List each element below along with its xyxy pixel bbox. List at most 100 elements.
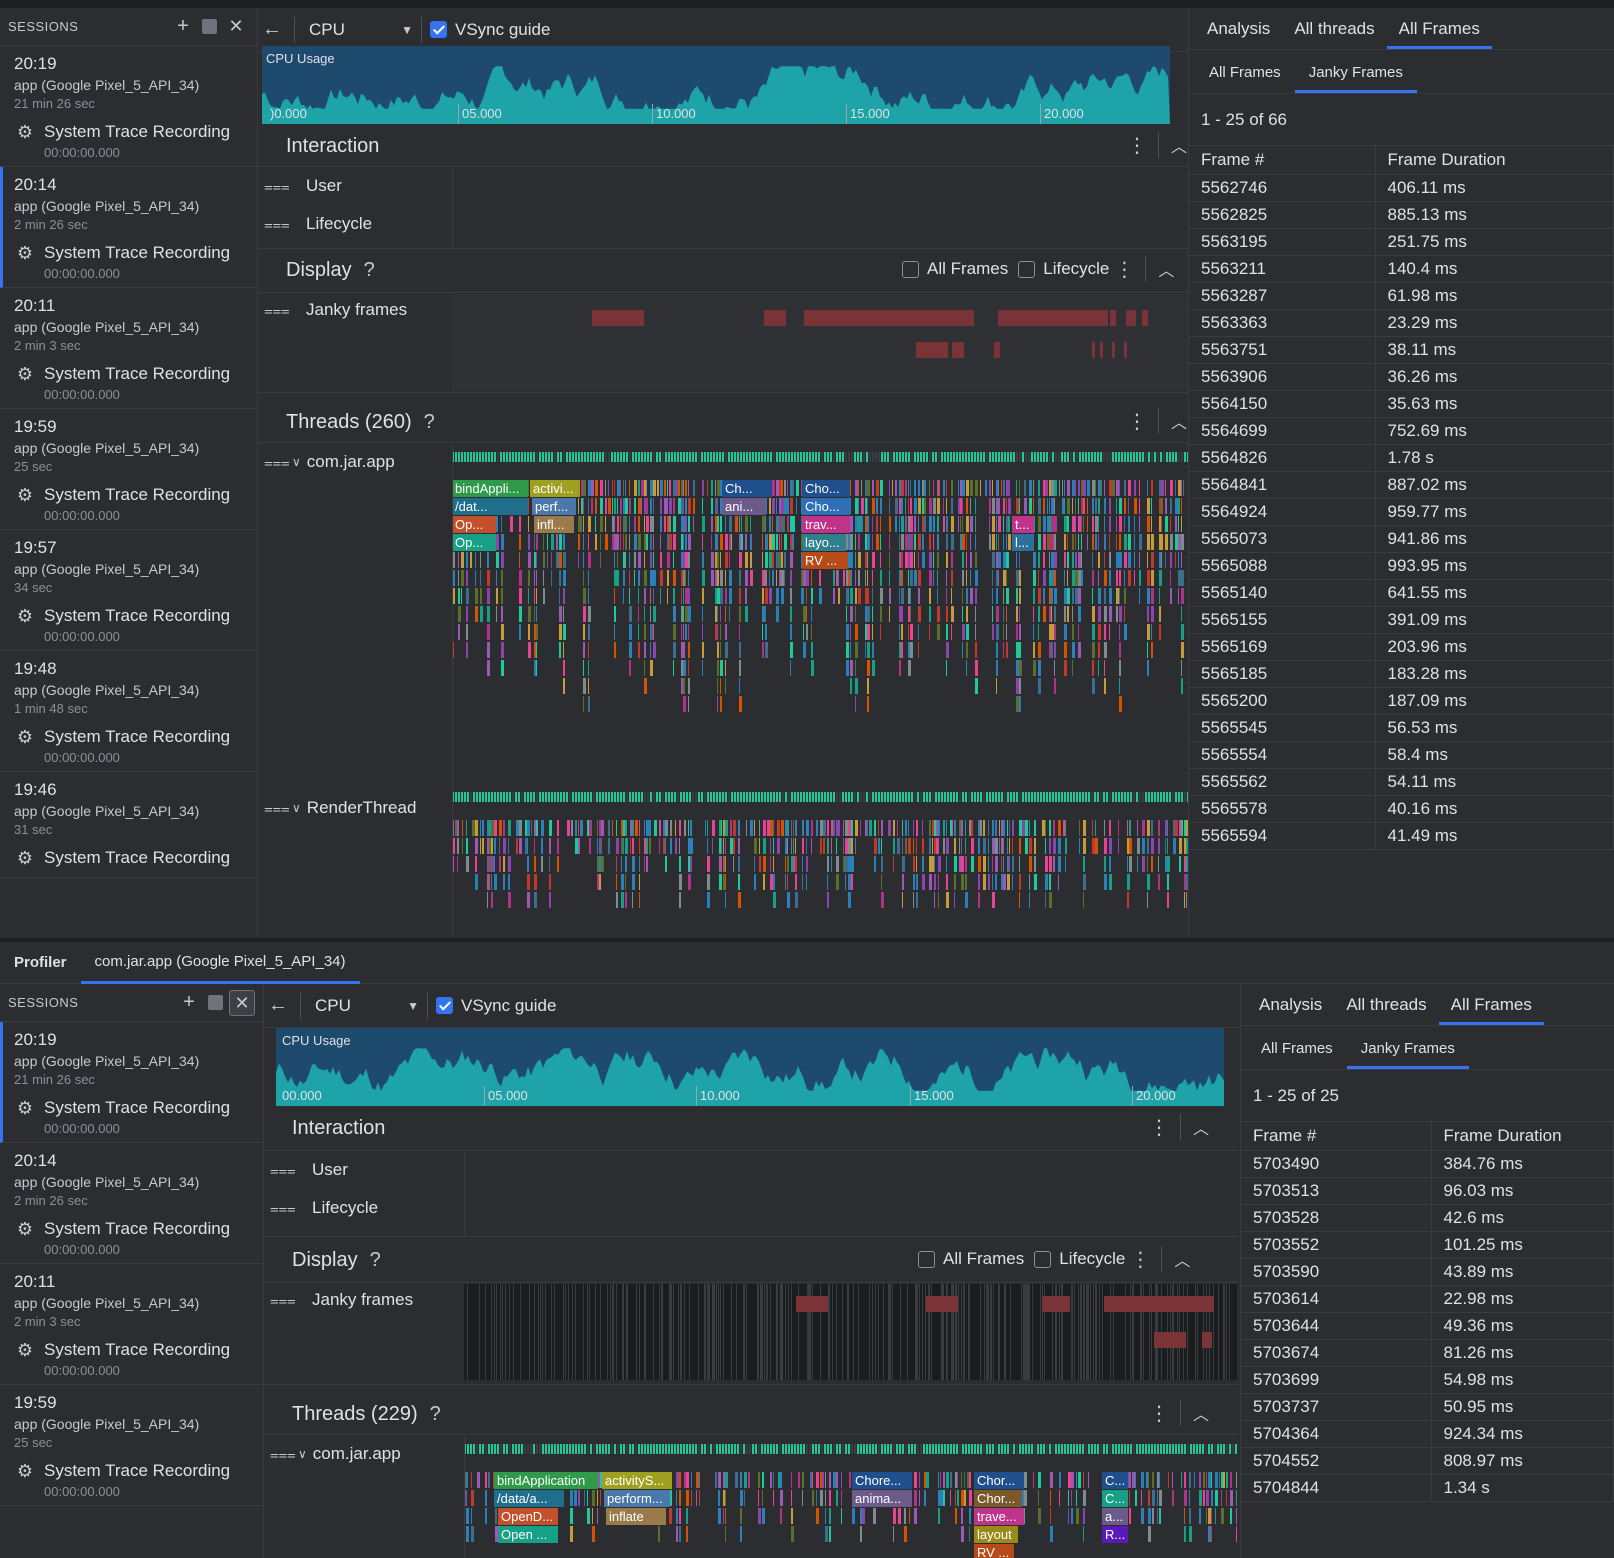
table-row[interactable]: 5563287 61.98 ms [1189, 282, 1614, 310]
trace-slice-label[interactable]: activi... [530, 480, 580, 497]
table-row[interactable]: 5565088 993.95 ms [1189, 552, 1614, 580]
trace-slice-label[interactable]: activityS... [602, 1472, 672, 1489]
track-filter-icon[interactable]: ⩶ [264, 178, 290, 195]
thread-com-jar-app[interactable]: ⩶ ∨ com.jar.app [264, 452, 395, 472]
thread-com-jar-app[interactable]: ⩶ ∨ com.jar.app [270, 1444, 401, 1464]
trace-slice-label[interactable]: Op... [452, 534, 496, 551]
trace-slice-label[interactable]: /data/a... [494, 1490, 564, 1507]
table-row[interactable]: 5703490 384.76 ms [1241, 1150, 1614, 1178]
session-item[interactable]: 19:46 app (Google Pixel_5_API_34) 31 sec ⚙ S… [0, 772, 257, 878]
table-row[interactable]: 5703674 81.26 ms [1241, 1339, 1614, 1367]
session-recording[interactable]: ⚙ System Trace Recording [14, 1218, 249, 1240]
app-thread-trace[interactable]: bindAppli... activi.../dat... perf... Op...… [452, 448, 1188, 788]
trace-slice-label[interactable]: Op... [452, 516, 496, 533]
tab-all-frames[interactable]: All Frames [1438, 995, 1545, 1025]
table-row[interactable]: 5703590 43.89 ms [1241, 1258, 1614, 1286]
track-filter-icon[interactable]: ⩶ [270, 1292, 296, 1309]
trace-slice-label[interactable]: bindAppli... [452, 480, 528, 497]
trace-slice-label[interactable]: perf... [532, 498, 576, 515]
subtab-janky-frames[interactable]: Janky Frames [1294, 64, 1418, 93]
chevron-up-icon[interactable]: ︿ [1187, 1401, 1215, 1425]
all-frames-checkbox[interactable] [902, 260, 919, 278]
trace-slice-label[interactable]: Chor... [974, 1490, 1022, 1507]
track-filter-icon[interactable]: ⩶ [270, 1200, 296, 1217]
session-recording[interactable]: ⚙ System Trace Recording [14, 726, 243, 748]
session-recording[interactable]: ⚙ System Trace Recording [14, 1339, 249, 1361]
tab-analysis[interactable]: Analysis [1195, 19, 1282, 49]
subtab-all-frames[interactable]: All Frames [1247, 1040, 1347, 1069]
session-recording[interactable]: ⚙ System Trace Recording [14, 847, 243, 869]
more-vert-icon[interactable]: ⋮ [1144, 1401, 1174, 1426]
tab-all-frames[interactable]: All Frames [1386, 19, 1493, 49]
trace-slice-label[interactable]: l... [1012, 534, 1034, 551]
profiler-type-dropdown[interactable]: CPU ▼ [303, 20, 413, 40]
trace-slice-label[interactable]: bindApplication [494, 1472, 598, 1489]
session-recording[interactable]: ⚙ System Trace Recording [14, 605, 243, 627]
table-row[interactable]: 5704844 1.34 s [1241, 1474, 1614, 1502]
table-row[interactable]: 5703528 42.6 ms [1241, 1204, 1614, 1232]
chevron-up-icon[interactable]: ︿ [1187, 1115, 1215, 1139]
stop-icon[interactable] [208, 995, 223, 1010]
tab-all-threads[interactable]: All threads [1282, 19, 1386, 49]
session-item[interactable]: 19:57 app (Google Pixel_5_API_34) 34 sec ⚙ S… [0, 530, 257, 651]
track-filter-icon[interactable]: ⩶ [270, 1446, 296, 1463]
cpu-usage-chart[interactable]: CPU Usage )0.000 05.000 10.000 15.000 20… [262, 46, 1170, 124]
session-item[interactable]: 20:19 app (Google Pixel_5_API_34) 21 min 2… [0, 46, 257, 167]
track-filter-icon[interactable]: ⩶ [264, 454, 290, 471]
vsync-guide-toggle[interactable]: VSync guide [430, 20, 550, 40]
table-row[interactable]: 5563363 23.29 ms [1189, 309, 1614, 337]
table-row[interactable]: 5565140 641.55 ms [1189, 579, 1614, 607]
table-row[interactable]: 5564924 959.77 ms [1189, 498, 1614, 526]
stop-icon[interactable] [202, 19, 217, 34]
close-icon[interactable]: ✕ [223, 14, 249, 40]
table-row[interactable]: 5703614 22.98 ms [1241, 1285, 1614, 1313]
more-vert-icon[interactable]: ⋮ [1125, 1247, 1155, 1272]
table-row[interactable]: 5565578 40.16 ms [1189, 795, 1614, 823]
table-row[interactable]: 5703699 54.98 ms [1241, 1366, 1614, 1394]
table-row[interactable]: 5563211 140.4 ms [1189, 255, 1614, 283]
session-item[interactable]: 19:59 app (Google Pixel_5_API_34) 25 sec ⚙ S… [0, 1385, 263, 1506]
col-frame-duration[interactable]: Frame Duration [1431, 1122, 1614, 1151]
session-recording[interactable]: ⚙ System Trace Recording [14, 121, 243, 143]
trace-slice-label[interactable]: Ch... [722, 480, 772, 497]
col-frame-number[interactable]: Frame # [1189, 146, 1376, 175]
table-row[interactable]: 5564826 1.78 s [1189, 444, 1614, 472]
more-vert-icon[interactable]: ⋮ [1122, 133, 1152, 158]
table-row[interactable]: 5704552 808.97 ms [1241, 1447, 1614, 1475]
chevron-down-icon[interactable]: ∨ [292, 801, 301, 815]
trace-slice-label[interactable]: Chore... [852, 1472, 912, 1489]
cpu-usage-chart[interactable]: CPU Usage 00.000 05.000 10.000 15.000 20… [276, 1028, 1224, 1106]
trace-slice-label[interactable]: trave... [974, 1508, 1024, 1525]
table-row[interactable]: 5703737 50.95 ms [1241, 1393, 1614, 1421]
chevron-up-icon[interactable]: ︿ [1168, 1247, 1196, 1271]
table-row[interactable]: 5565545 56.53 ms [1189, 714, 1614, 742]
vsync-checkbox[interactable] [430, 21, 447, 38]
trace-slice-label[interactable]: Cho... [802, 498, 850, 515]
app-thread-trace[interactable]: bindApplication activityS.../data/a... per… [464, 1440, 1237, 1558]
trace-slice-label[interactable]: inflate [606, 1508, 666, 1525]
subtab-all-frames[interactable]: All Frames [1195, 64, 1295, 93]
trace-slice-label[interactable]: layo... [802, 534, 846, 551]
session-item[interactable]: 20:11 app (Google Pixel_5_API_34) 2 min 3 … [0, 1264, 263, 1385]
table-row[interactable]: 5563751 38.11 ms [1189, 336, 1614, 364]
profiler-type-dropdown[interactable]: CPU ▼ [309, 996, 419, 1016]
table-row[interactable]: 5564841 887.02 ms [1189, 471, 1614, 499]
chevron-up-icon[interactable]: ︿ [1152, 257, 1180, 281]
vsync-guide-toggle[interactable]: VSync guide [436, 996, 556, 1016]
chevron-down-icon[interactable]: ∨ [292, 455, 301, 469]
plus-icon[interactable]: + [176, 991, 202, 1014]
help-icon[interactable]: ? [424, 411, 435, 434]
trace-slice-label[interactable]: OpenD... [498, 1508, 558, 1525]
trace-slice-label[interactable]: RV ... [974, 1544, 1014, 1558]
table-row[interactable]: 5565185 183.28 ms [1189, 660, 1614, 688]
table-row[interactable]: 5565554 58.4 ms [1189, 741, 1614, 769]
help-icon[interactable]: ? [364, 259, 375, 282]
session-item[interactable]: 19:59 app (Google Pixel_5_API_34) 25 sec ⚙ S… [0, 409, 257, 530]
subtab-janky-frames[interactable]: Janky Frames [1346, 1040, 1470, 1069]
table-row[interactable]: 5565155 391.09 ms [1189, 606, 1614, 634]
col-frame-duration[interactable]: Frame Duration [1375, 146, 1614, 175]
trace-slice-label[interactable]: t... [1012, 516, 1034, 533]
session-recording[interactable]: ⚙ System Trace Recording [14, 363, 243, 385]
session-item[interactable]: 19:48 app (Google Pixel_5_API_34) 1 min 48… [0, 651, 257, 772]
trace-slice-label[interactable]: layout [974, 1526, 1018, 1543]
